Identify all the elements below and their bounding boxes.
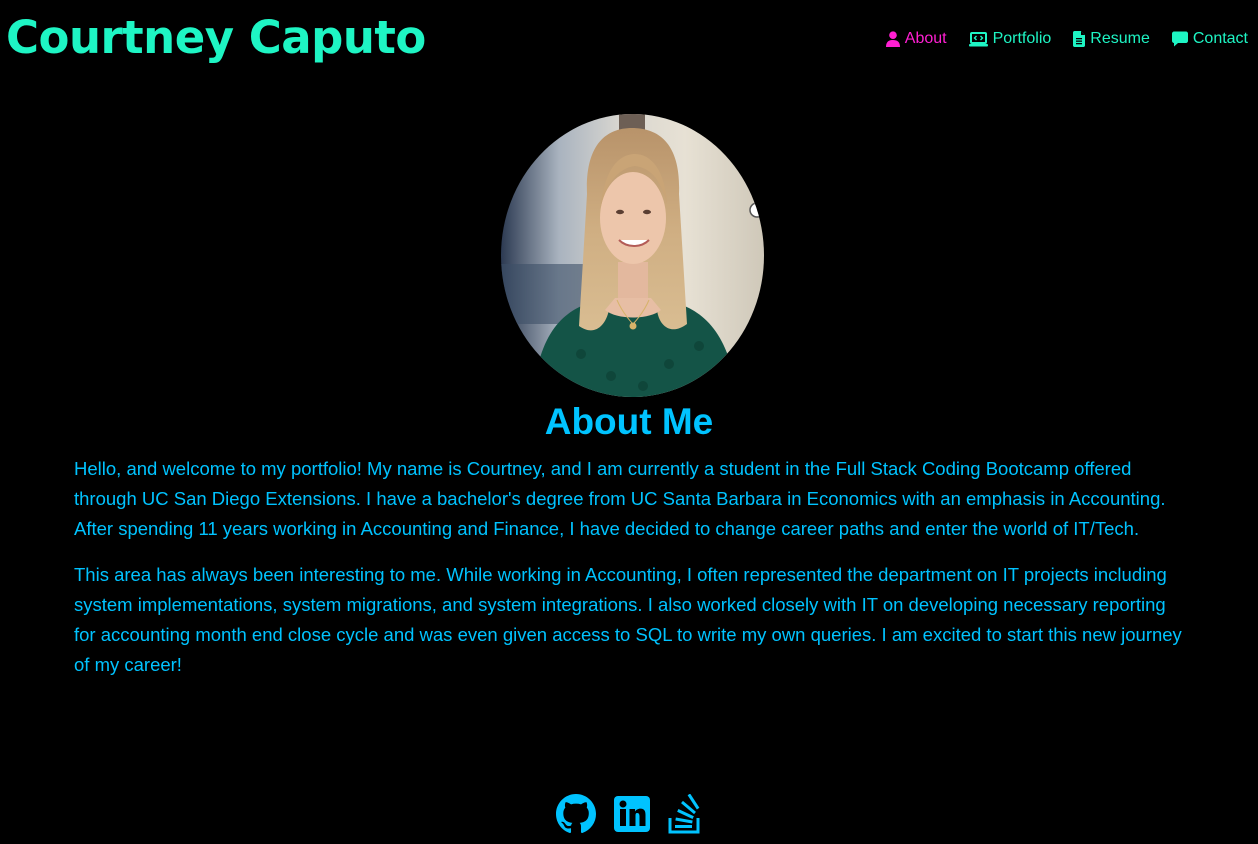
about-heading: About Me [544,401,714,442]
nav-about-label: About [904,30,947,47]
about-bio: Hello, and welcome to my portfolio! My n… [74,454,1186,696]
github-link[interactable] [556,794,596,839]
linkedin-icon [614,796,650,832]
comment-icon [1171,31,1188,47]
site-header: Courtney Caputo About Portfolio Resume C… [0,0,1258,80]
social-links [0,793,1258,839]
about-paragraph: Hello, and welcome to my portfolio! My n… [74,458,1166,539]
stack-overflow-link[interactable] [668,793,702,839]
profile-photo [501,114,764,397]
site-title: Courtney Caputo [6,11,426,64]
nav-resume-label: Resume [1090,30,1150,47]
nav-about-link[interactable]: About [885,28,947,50]
linkedin-link[interactable] [612,794,652,839]
about-paragraph: This area has always been interesting to… [74,564,1182,675]
nav-resume-link[interactable]: Resume [1073,28,1150,50]
main-nav: About Portfolio Resume Contact [885,28,1248,50]
file-icon [1073,31,1086,47]
user-icon [885,31,900,47]
nav-portfolio-label: Portfolio [992,30,1052,47]
nav-contact-label: Contact [1192,30,1248,47]
laptop-code-icon [968,31,988,46]
profile-photo-illustration [501,114,764,397]
github-icon [556,794,596,834]
nav-contact-link[interactable]: Contact [1171,28,1248,50]
stack-overflow-icon [668,793,700,834]
nav-portfolio-link[interactable]: Portfolio [968,28,1052,50]
